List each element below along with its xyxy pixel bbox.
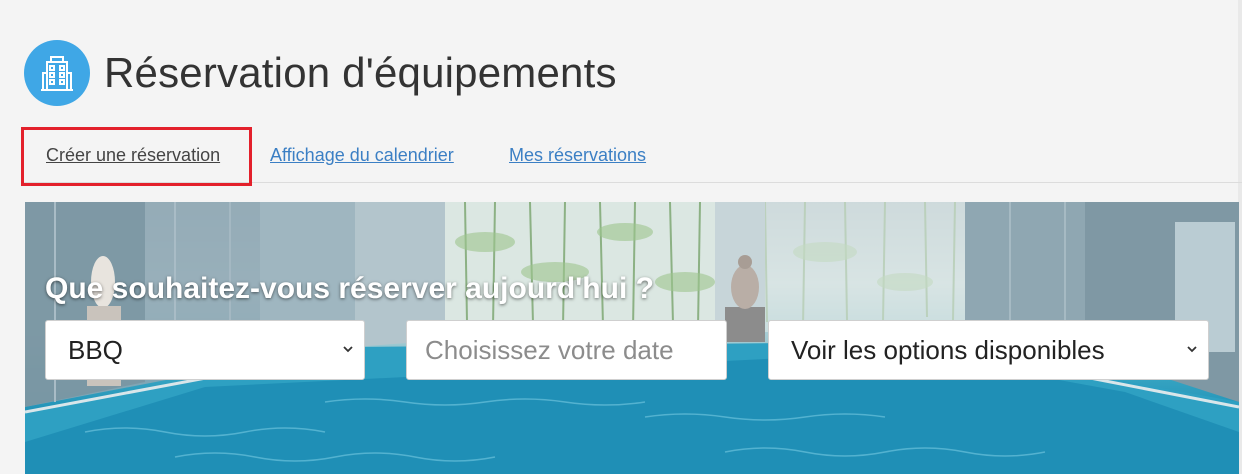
activity-select[interactable]: BBQ: [45, 320, 365, 380]
page-header: Réservation d'équipements: [24, 40, 617, 106]
hero-question: Que souhaitez-vous réserver aujourd'hui …: [45, 272, 654, 305]
date-input[interactable]: Choisissez votre date: [406, 320, 727, 380]
hero-banner: Que souhaitez-vous réserver aujourd'hui …: [25, 202, 1239, 474]
chevron-down-icon: [1187, 346, 1197, 353]
building-icon: [24, 40, 90, 106]
tab-my-reservations[interactable]: Mes réservations: [509, 128, 646, 182]
tab-calendar-view[interactable]: Affichage du calendrier: [270, 128, 454, 182]
date-input-placeholder: Choisissez votre date: [425, 334, 674, 365]
options-select[interactable]: Voir les options disponibles: [768, 320, 1209, 380]
page: Réservation d'équipements Créer une rése…: [0, 0, 1242, 474]
tab-bar: Créer une réservation Affichage du calen…: [24, 128, 1242, 183]
options-select-value: Voir les options disponibles: [791, 334, 1105, 365]
activity-select-value: BBQ: [68, 334, 123, 365]
tab-create-reservation[interactable]: Créer une réservation: [46, 128, 220, 182]
page-title: Réservation d'équipements: [104, 49, 617, 96]
chevron-down-icon: [343, 346, 353, 353]
